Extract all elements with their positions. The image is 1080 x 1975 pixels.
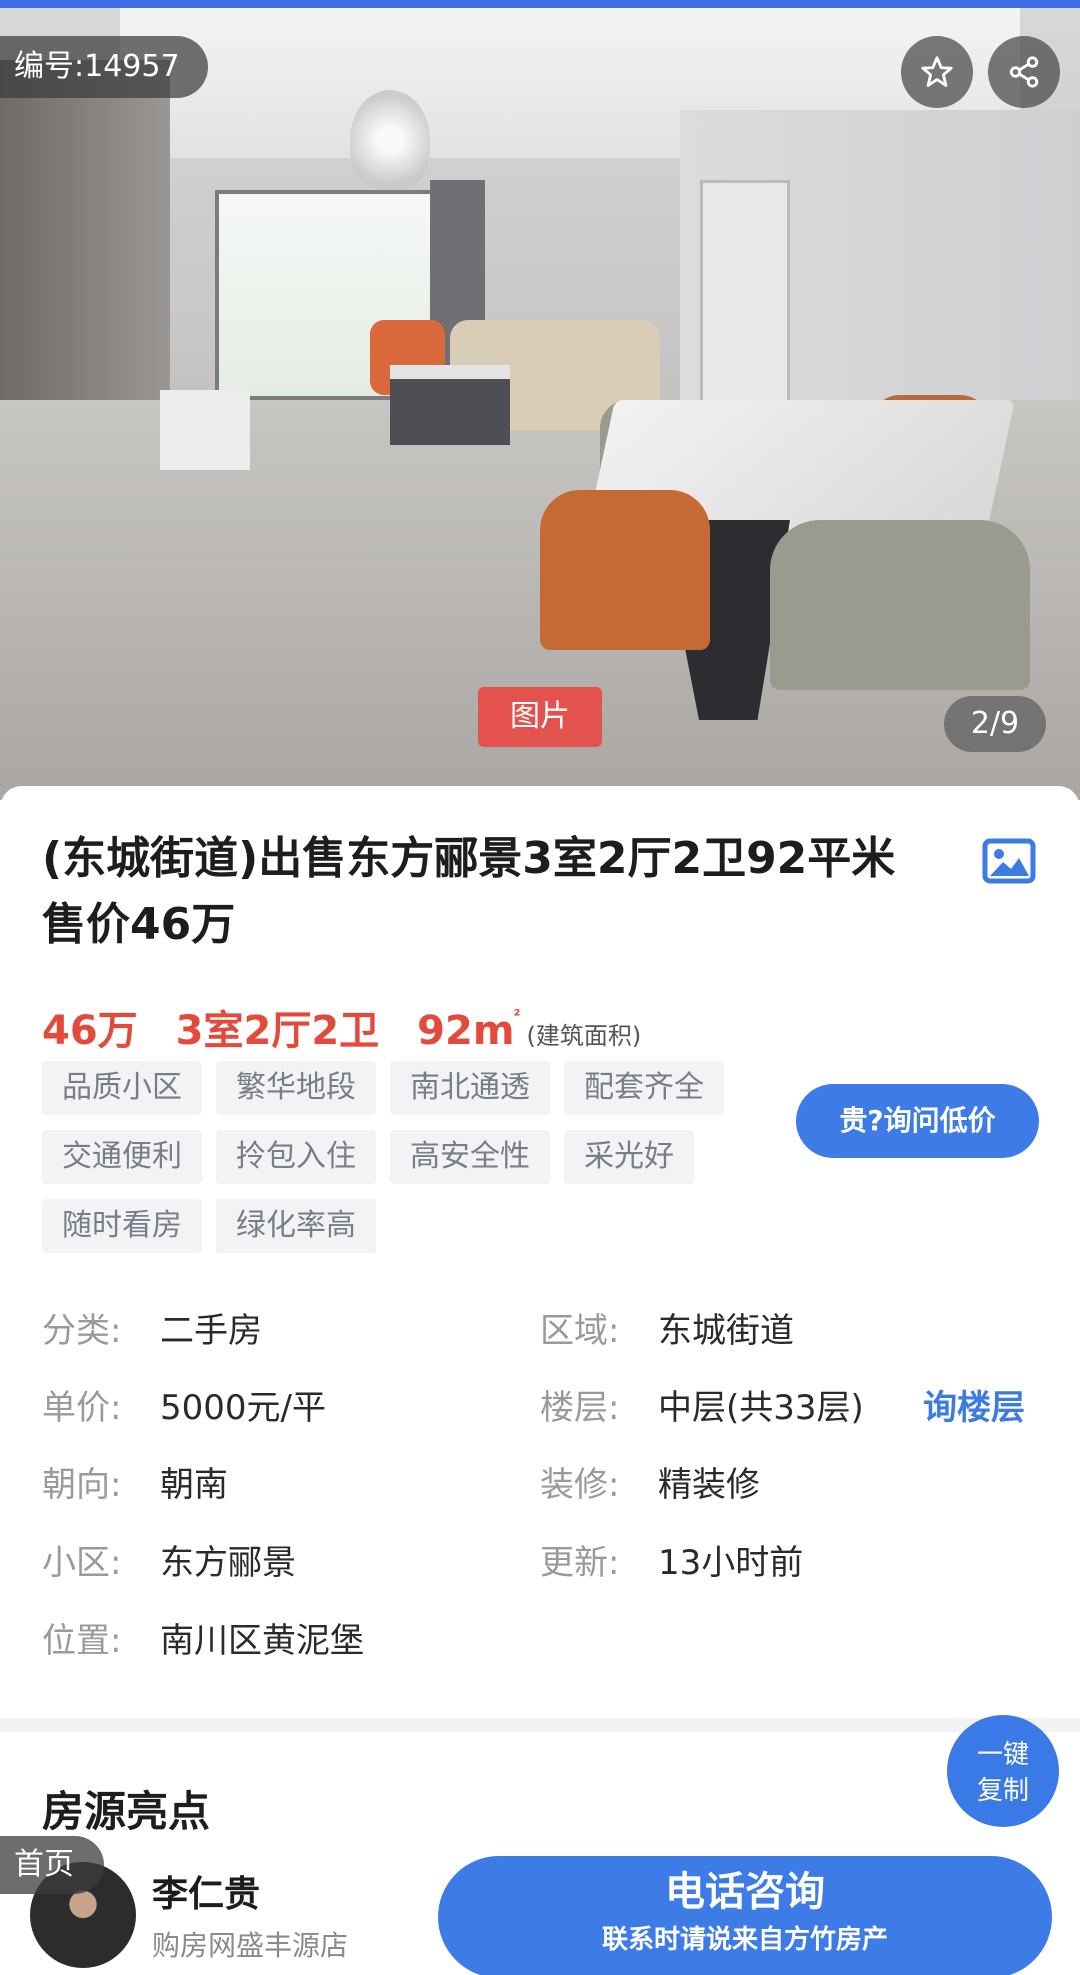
- listing-detail-card: (东城街道)出售东方郦景3室2厅2卫92平米 售价46万 46万 3室2厅2卫 …: [0, 786, 1080, 1721]
- ask-lower-price-button[interactable]: 贵?询问低价: [796, 1084, 1039, 1158]
- section-divider: [0, 1718, 1080, 1732]
- favorite-button[interactable]: [901, 36, 973, 108]
- info-region: 区域: 东城街道: [540, 1311, 794, 1351]
- phone-consult-button[interactable]: 电话咨询 联系时请说来自方竹房产: [438, 1856, 1052, 1975]
- one-click-copy-button[interactable]: 一键 复制: [947, 1715, 1059, 1827]
- feature-tag: 随时看房: [42, 1199, 202, 1253]
- feature-tag: 配套齐全: [564, 1061, 724, 1115]
- feature-tag: 交通便利: [42, 1130, 202, 1184]
- info-orientation: 朝向: 朝南: [42, 1465, 228, 1505]
- info-category: 分类: 二手房: [42, 1311, 262, 1351]
- photo-tab[interactable]: 图片: [478, 687, 602, 747]
- listing-photo[interactable]: 编号:14957 图片 2/9: [0, 0, 1080, 800]
- price-summary: 46万 3室2厅2卫 92m ² (建筑面积): [42, 998, 642, 1054]
- info-updated: 更新: 13小时前: [540, 1543, 804, 1583]
- phone-consult-label: 电话咨询: [665, 1869, 825, 1915]
- info-unit-price: 单价: 5000元/平: [42, 1388, 326, 1428]
- layout-value: 3室2厅2卫: [175, 1008, 380, 1054]
- feature-tag: 高安全性: [390, 1130, 550, 1184]
- info-floor: 楼层: 中层(共33层): [540, 1388, 864, 1428]
- feature-tag: 品质小区: [42, 1061, 202, 1115]
- listing-title: (东城街道)出售东方郦景3室2厅2卫92平米 售价46万: [42, 833, 896, 950]
- share-icon: [1009, 56, 1039, 88]
- info-decoration: 装修: 精装修: [540, 1465, 760, 1505]
- phone-consult-sub: 联系时请说来自方竹房产: [601, 1925, 888, 1955]
- ask-floor-link[interactable]: 询楼层: [923, 1383, 1025, 1433]
- top-accent-bar: [0, 0, 1080, 8]
- agent-shop: 购房网盛丰源店: [152, 1929, 349, 1962]
- feature-tag: 采光好: [564, 1130, 694, 1184]
- image-icon[interactable]: [982, 838, 1036, 884]
- feature-tag: 南北通透: [390, 1061, 550, 1115]
- info-location: 位置: 南川区黄泥堡: [42, 1621, 364, 1661]
- feature-tag: 拎包入住: [216, 1130, 376, 1184]
- info-community: 小区: 东方郦景: [42, 1543, 296, 1583]
- star-icon: [921, 56, 953, 87]
- area-value: 92m ²: [417, 1006, 521, 1054]
- highlights-title: 房源亮点: [42, 1787, 211, 1836]
- listing-id-badge: 编号:14957: [0, 36, 208, 98]
- feature-tag: 绿化率高: [216, 1199, 376, 1253]
- price-value: 46万: [42, 1008, 138, 1054]
- photo-counter: 2/9: [944, 696, 1046, 752]
- agent-name: 李仁贵: [152, 1874, 261, 1915]
- share-button[interactable]: [988, 36, 1060, 108]
- feature-tags: 品质小区 繁华地段 南北通透 配套齐全 交通便利 拎包入住 高安全性 采光好 随…: [42, 1061, 772, 1268]
- home-button[interactable]: 首页: [0, 1836, 104, 1894]
- area-note: (建筑面积): [526, 1022, 642, 1050]
- feature-tag: 繁华地段: [216, 1061, 376, 1115]
